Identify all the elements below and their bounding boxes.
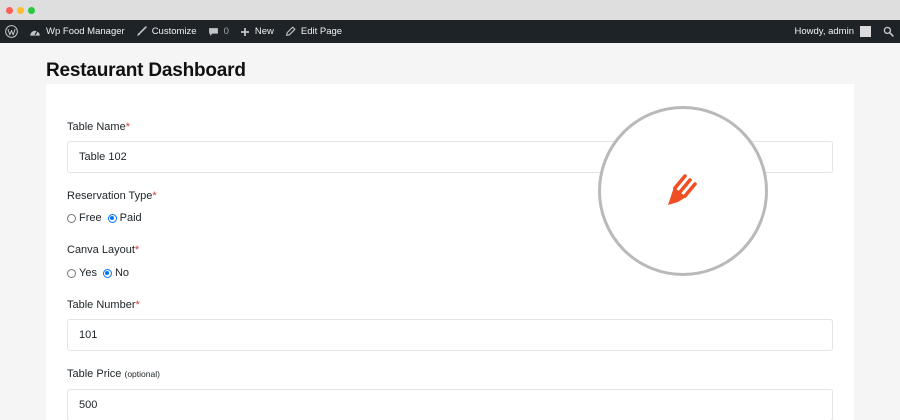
reservation-type-label: Reservation Type* xyxy=(67,190,157,202)
canva-yes-radio[interactable] xyxy=(67,268,76,278)
table-price-input[interactable]: 500 xyxy=(67,389,833,420)
canva-no-radio[interactable] xyxy=(102,268,112,278)
comment-bubble-icon xyxy=(208,27,219,37)
table-number-label: Table Number* xyxy=(67,299,140,311)
my-account-link[interactable]: Howdy, admin xyxy=(790,20,877,43)
reservation-free-radio[interactable] xyxy=(67,213,76,223)
required-mark: * xyxy=(152,190,157,202)
new-content-link[interactable]: New xyxy=(234,20,279,43)
edit-page-link[interactable]: Edit Page xyxy=(279,20,347,43)
wordpress-logo-button[interactable] xyxy=(0,20,23,43)
new-label: New xyxy=(254,26,274,37)
canva-no-label[interactable]: No xyxy=(115,267,129,279)
required-mark: * xyxy=(134,244,140,256)
customize-link[interactable]: Customize xyxy=(130,20,202,43)
window-maximize-button[interactable] xyxy=(28,6,35,14)
window-minimize-button[interactable] xyxy=(17,6,24,14)
canva-layout-group: Yes No xyxy=(67,267,132,279)
customize-label: Customize xyxy=(151,26,197,37)
canva-layout-label: Canva Layout* xyxy=(67,244,140,256)
reservation-free-label[interactable]: Free xyxy=(79,212,102,224)
plus-icon xyxy=(240,27,250,37)
search-button[interactable] xyxy=(876,20,900,43)
comments-link[interactable]: 0 xyxy=(202,20,234,43)
page-title: Restaurant Dashboard xyxy=(46,60,246,81)
window-close-button[interactable] xyxy=(6,6,13,14)
comments-count: 0 xyxy=(223,26,229,37)
avatar xyxy=(860,26,871,37)
brush-icon xyxy=(136,26,147,37)
reservation-paid-radio[interactable] xyxy=(107,213,117,223)
table-name-value: Table 102 xyxy=(79,151,127,163)
admin-bar-secondary: Howdy, admin xyxy=(790,20,900,43)
wordpress-logo-icon xyxy=(5,25,18,38)
site-name-label: Wp Food Manager xyxy=(46,26,125,37)
loading-spinner xyxy=(598,106,768,276)
admin-bar: Wp Food Manager Customize 0 New Edit Pag… xyxy=(0,20,900,43)
reservation-type-group: Free Paid xyxy=(67,212,145,224)
optional-hint: (optional) xyxy=(124,369,160,379)
howdy-label: Howdy, admin xyxy=(794,26,855,37)
table-number-value: 101 xyxy=(79,329,98,341)
table-price-label: Table Price (optional) xyxy=(67,368,160,380)
site-name-link[interactable]: Wp Food Manager xyxy=(23,20,130,43)
required-mark: * xyxy=(135,299,140,311)
dashboard-gauge-icon xyxy=(29,27,41,37)
required-mark: * xyxy=(125,121,130,133)
edit-page-label: Edit Page xyxy=(300,26,343,37)
pencil-icon xyxy=(285,26,296,37)
table-price-value: 500 xyxy=(79,399,98,411)
reservation-paid-label[interactable]: Paid xyxy=(120,212,142,224)
canva-yes-label[interactable]: Yes xyxy=(79,267,97,279)
search-icon xyxy=(883,26,894,37)
table-name-label: Table Name* xyxy=(67,121,130,133)
fork-logo-icon xyxy=(663,169,703,214)
browser-chrome xyxy=(0,0,900,20)
table-number-input[interactable]: 101 xyxy=(67,319,833,351)
